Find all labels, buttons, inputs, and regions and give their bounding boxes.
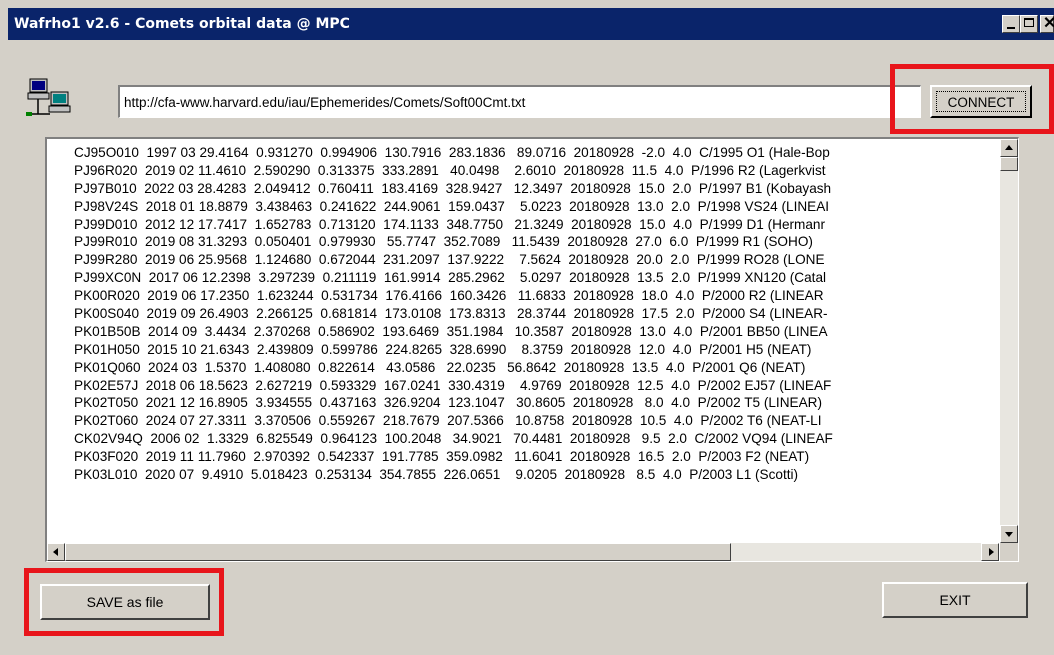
data-row[interactable]: PK03F020 2019 11 11.7960 2.970392 0.5423… [74,448,833,466]
url-input[interactable] [118,85,921,118]
minimize-icon [1007,27,1015,29]
horizontal-scroll-thumb[interactable] [65,543,731,561]
down-arrow-icon [1005,532,1013,537]
left-arrow-icon [53,548,58,556]
comet-data-list[interactable]: CJ95O010 1997 03 29.4164 0.931270 0.9949… [45,137,1019,562]
scrollbar-corner [1000,543,1018,561]
scroll-right-button[interactable] [981,543,999,561]
data-row[interactable]: PK01H050 2015 10 21.6343 2.439809 0.5997… [74,341,833,359]
data-row[interactable]: CJ95O010 1997 03 29.4164 0.931270 0.9949… [74,144,833,162]
data-row[interactable]: PK02T060 2024 07 27.3311 3.370506 0.5592… [74,412,833,430]
scroll-up-button[interactable] [1000,139,1018,157]
exit-button-label: EXIT [939,592,971,608]
exit-button[interactable]: EXIT [882,582,1028,618]
save-highlight-box [24,568,224,636]
close-button[interactable]: ✕ [1040,15,1054,33]
data-row[interactable]: PK02T050 2021 12 16.8905 3.934555 0.4371… [74,394,833,412]
data-row[interactable]: PK00R020 2019 06 17.2350 1.623244 0.5317… [74,287,833,305]
connect-highlight-box [890,64,1054,134]
list-rows: CJ95O010 1997 03 29.4164 0.931270 0.9949… [74,144,833,484]
up-arrow-icon [1005,145,1013,150]
data-row[interactable]: CK02V94Q 2006 02 1.3329 6.825549 0.96412… [74,430,833,448]
application-window: Wafrho1 v2.6 - Comets orbital data @ MPC… [0,0,1054,655]
data-row[interactable]: PK02E57J 2018 06 18.5623 2.627219 0.5933… [74,377,833,395]
scroll-down-button[interactable] [1000,525,1018,543]
maximize-icon [1024,18,1034,27]
network-computers-icon [26,78,71,116]
data-row[interactable]: PJ97B010 2022 03 28.4283 2.049412 0.7604… [74,180,833,198]
data-row[interactable]: PK01Q060 2024 03 1.5370 1.408080 0.82261… [74,359,833,377]
right-arrow-icon [989,548,994,556]
data-row[interactable]: PJ98V24S 2018 01 18.8879 3.438463 0.2416… [74,198,833,216]
title-bar[interactable]: Wafrho1 v2.6 - Comets orbital data @ MPC… [8,8,1054,40]
data-row[interactable]: PJ99D010 2012 12 17.7417 1.652783 0.7131… [74,216,833,234]
scroll-left-button[interactable] [47,543,65,561]
data-row[interactable]: PJ96R020 2019 02 11.4610 2.590290 0.3133… [74,162,833,180]
data-row[interactable]: PJ99R010 2019 08 31.3293 0.050401 0.9799… [74,233,833,251]
data-row[interactable]: PK03L010 2020 07 9.4910 5.018423 0.25313… [74,466,833,484]
window-title: Wafrho1 v2.6 - Comets orbital data @ MPC [14,16,350,32]
minimize-button[interactable] [1002,15,1020,33]
data-row[interactable]: PJ99R280 2019 06 25.9568 1.124680 0.6720… [74,251,833,269]
data-row[interactable]: PJ99XC0N 2017 06 12.2398 3.297239 0.2111… [74,269,833,287]
data-row[interactable]: PK01B50B 2014 09 3.4434 2.370268 0.58690… [74,323,833,341]
data-row[interactable]: PK00S040 2019 09 26.4903 2.266125 0.6818… [74,305,833,323]
vertical-scrollbar[interactable] [1000,139,1018,543]
close-icon: ✕ [1043,15,1054,32]
horizontal-scrollbar[interactable] [47,543,999,561]
vertical-scroll-thumb[interactable] [1000,157,1018,171]
maximize-button[interactable] [1020,15,1038,33]
